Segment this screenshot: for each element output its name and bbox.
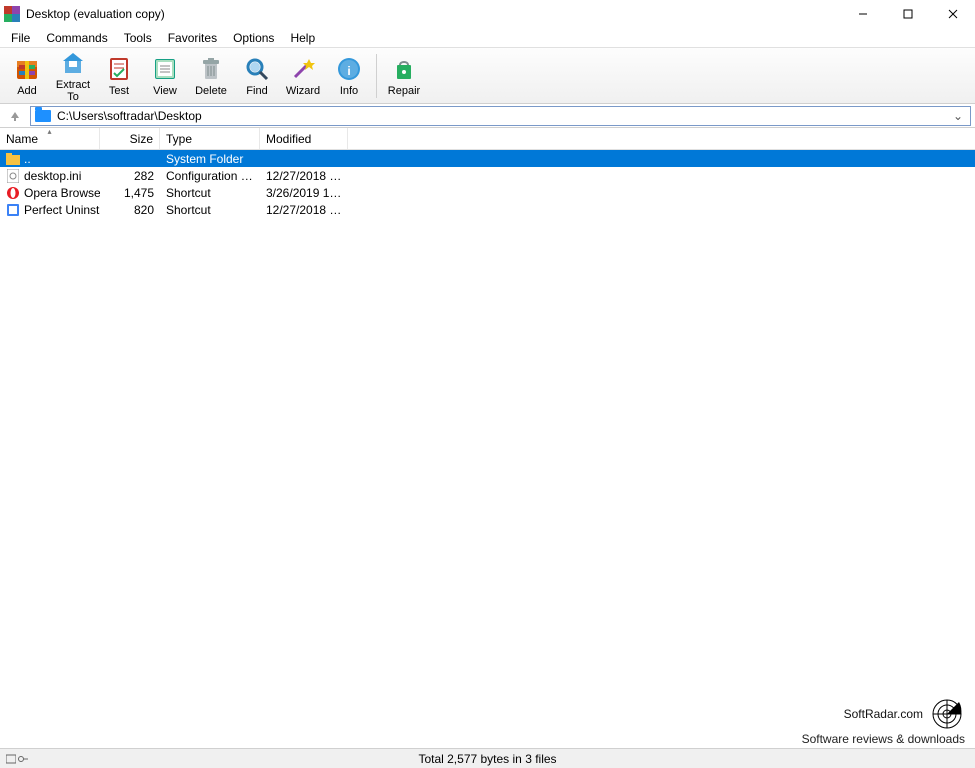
menu-help[interactable]: Help (283, 29, 322, 47)
ini-file-icon (6, 169, 20, 183)
delete-button[interactable]: Delete (188, 50, 234, 102)
up-button[interactable] (4, 106, 26, 126)
app-icon (6, 203, 20, 217)
app-icon (4, 6, 20, 22)
add-label: Add (17, 85, 37, 97)
test-icon (105, 55, 133, 83)
add-button[interactable]: Add (4, 50, 50, 102)
list-item[interactable]: desktop.ini 282 Configuration setti... 1… (0, 167, 975, 184)
list-item[interactable]: Perfect Uninstall... 820 Shortcut 12/27/… (0, 201, 975, 218)
list-item[interactable]: .. System Folder (0, 150, 975, 167)
minimize-button[interactable] (840, 0, 885, 28)
header-type[interactable]: Type (160, 128, 260, 149)
repair-button[interactable]: Repair (381, 50, 427, 102)
archive-icon (13, 55, 41, 83)
wizard-button[interactable]: Wizard (280, 50, 326, 102)
address-field[interactable]: C:\Users\softradar\Desktop ⌄ (30, 106, 971, 126)
extract-icon (59, 49, 87, 77)
view-button[interactable]: View (142, 50, 188, 102)
info-icon: i (335, 55, 363, 83)
view-icon (151, 55, 179, 83)
menu-favorites[interactable]: Favorites (161, 29, 224, 47)
find-button[interactable]: Find (234, 50, 280, 102)
find-icon (243, 55, 271, 83)
extract-button[interactable]: Extract To (50, 50, 96, 102)
menu-file[interactable]: File (4, 29, 37, 47)
list-item[interactable]: Opera Browser.lnk 1,475 Shortcut 3/26/20… (0, 184, 975, 201)
addressbar: C:\Users\softradar\Desktop ⌄ (0, 104, 975, 128)
watermark-brand: SoftRadar.com (844, 707, 923, 721)
radar-icon (929, 696, 965, 732)
header-name[interactable]: ▴Name (0, 128, 100, 149)
find-label: Find (246, 85, 267, 97)
chevron-down-icon[interactable]: ⌄ (950, 109, 966, 123)
status-icons (0, 754, 30, 764)
menu-tools[interactable]: Tools (117, 29, 159, 47)
header-modified[interactable]: Modified (260, 128, 348, 149)
repair-icon (390, 55, 418, 83)
header-size[interactable]: Size (100, 128, 160, 149)
titlebar-left: Desktop (evaluation copy) (4, 6, 165, 22)
svg-text:i: i (347, 64, 350, 78)
view-label: View (153, 85, 177, 97)
close-button[interactable] (930, 0, 975, 28)
menubar: File Commands Tools Favorites Options He… (0, 28, 975, 48)
extract-label: Extract To (50, 79, 96, 103)
titlebar: Desktop (evaluation copy) (0, 0, 975, 28)
statusbar: Total 2,577 bytes in 3 files (0, 748, 975, 768)
window-title: Desktop (evaluation copy) (26, 7, 165, 21)
column-headers: ▴Name Size Type Modified (0, 128, 975, 150)
info-label: Info (340, 85, 358, 97)
toolbar: Add Extract To Test View Delete Find Wiz… (0, 48, 975, 104)
maximize-button[interactable] (885, 0, 930, 28)
key-icon (18, 754, 28, 764)
wizard-icon (289, 55, 317, 83)
window-controls (840, 0, 975, 28)
opera-icon (6, 186, 20, 200)
test-label: Test (109, 85, 129, 97)
disk-icon (6, 754, 16, 764)
wizard-label: Wizard (286, 85, 320, 97)
toolbar-separator (376, 54, 377, 98)
test-button[interactable]: Test (96, 50, 142, 102)
info-button[interactable]: i Info (326, 50, 372, 102)
folder-icon (6, 152, 20, 166)
menu-commands[interactable]: Commands (39, 29, 114, 47)
menu-options[interactable]: Options (226, 29, 281, 47)
status-text: Total 2,577 bytes in 3 files (30, 752, 975, 766)
delete-icon (197, 55, 225, 83)
repair-label: Repair (388, 85, 420, 97)
file-list[interactable]: .. System Folder desktop.ini 282 Configu… (0, 150, 975, 758)
watermark: SoftRadar.com Software reviews & downloa… (802, 696, 965, 746)
address-path: C:\Users\softradar\Desktop (57, 109, 944, 123)
watermark-tag: Software reviews & downloads (802, 732, 965, 746)
folder-icon (35, 110, 51, 122)
delete-label: Delete (195, 85, 227, 97)
